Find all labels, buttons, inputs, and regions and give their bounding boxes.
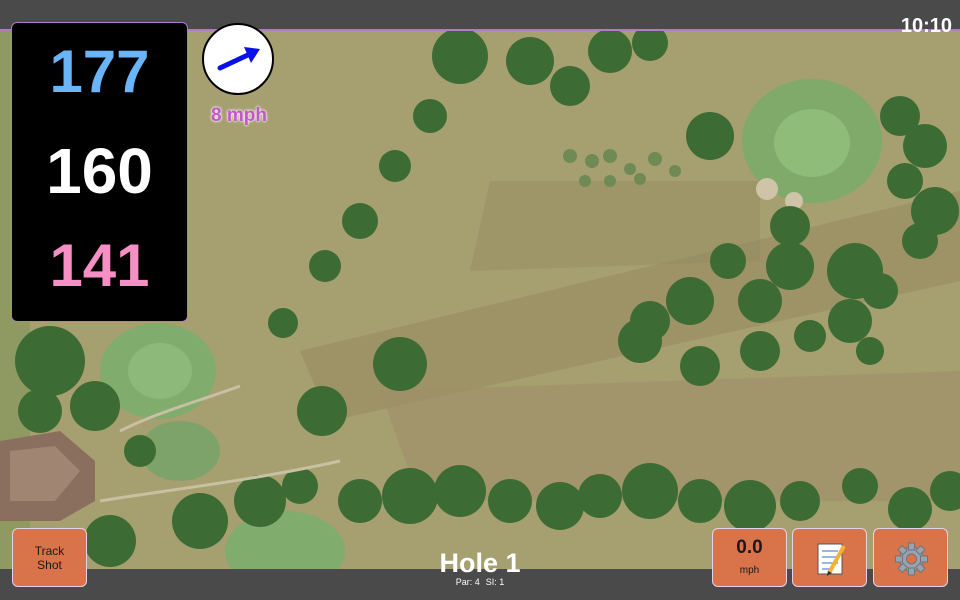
wind-speed-label: 8 mph <box>211 105 267 126</box>
hole-par: Par: 4 <box>455 577 480 587</box>
hole-info: Par: 4 SI: 1 <box>400 577 560 588</box>
hole-stroke-index: SI: 1 <box>485 577 505 587</box>
arrow-up-right-icon <box>217 47 260 71</box>
status-clock: 10:10 <box>900 15 952 37</box>
settings-button[interactable] <box>873 528 948 587</box>
speed-value: 0.0 <box>736 537 763 558</box>
track-shot-button[interactable]: Track Shot <box>12 528 87 587</box>
wind-direction-dial <box>202 23 274 95</box>
speed-unit: mph <box>739 565 760 576</box>
gear-icon <box>895 542 928 576</box>
notepad-icon <box>817 543 846 576</box>
hole-title: Hole 1 <box>439 548 521 578</box>
yardage-panel: 177 160 141 <box>11 22 188 322</box>
track-shot-label: Track Shot <box>34 543 65 572</box>
yardage-back: 177 <box>49 38 150 105</box>
yardage-middle: 160 <box>46 135 153 207</box>
speed-button[interactable]: 0.0 mph <box>712 528 787 587</box>
notes-button[interactable] <box>792 528 867 587</box>
yardage-front: 141 <box>49 232 150 299</box>
